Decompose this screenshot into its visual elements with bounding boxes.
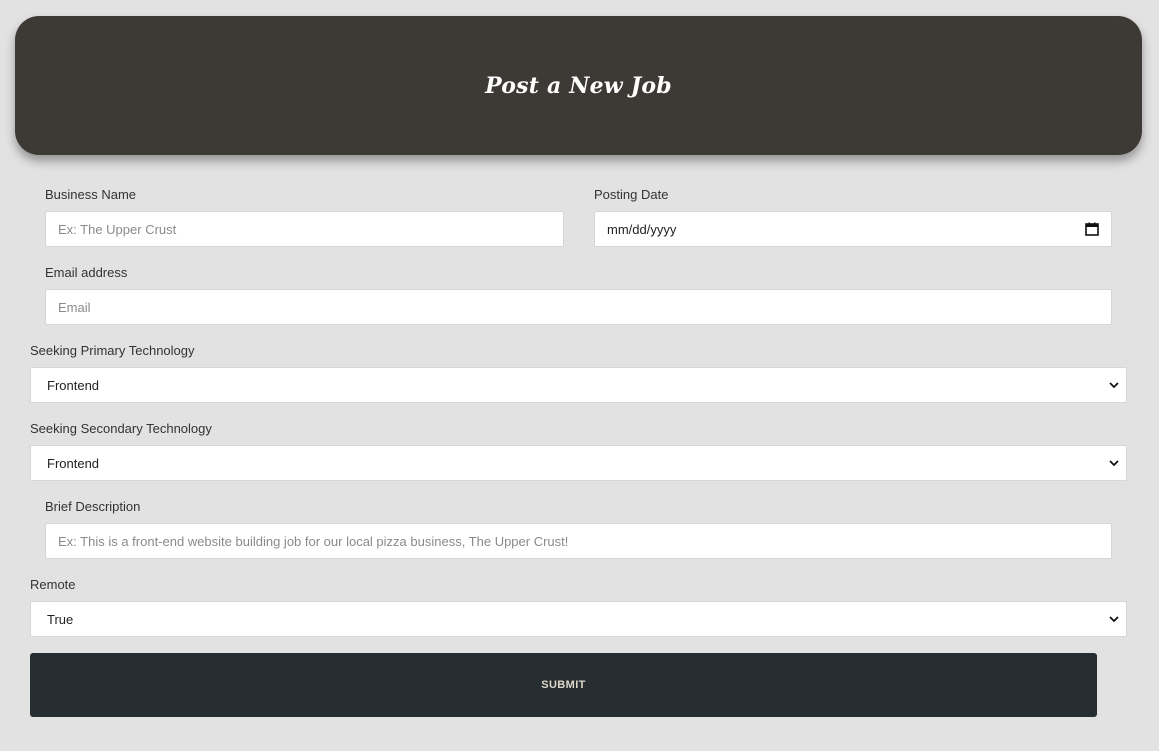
primary-tech-label: Seeking Primary Technology	[30, 343, 195, 358]
remote-select[interactable]: True	[30, 601, 1127, 637]
business-name-label: Business Name	[45, 187, 137, 202]
calendar-icon[interactable]	[1085, 222, 1099, 236]
email-label: Email address	[45, 265, 128, 280]
secondary-tech-select[interactable]: Frontend	[30, 445, 1127, 481]
business-name-input[interactable]	[45, 211, 564, 247]
posting-date-label: Posting Date	[594, 187, 669, 202]
chevron-down-icon	[1108, 457, 1120, 469]
submit-button[interactable]: SUBMIT	[30, 653, 1097, 717]
secondary-tech-selected: Frontend	[47, 455, 100, 471]
secondary-tech-label: Seeking Secondary Technology	[30, 421, 212, 436]
primary-tech-selected: Frontend	[47, 377, 100, 393]
posting-date-value: mm/dd/yyyy	[607, 221, 677, 237]
chevron-down-icon	[1108, 613, 1120, 625]
posting-date-input[interactable]: mm/dd/yyyy	[594, 211, 1112, 247]
primary-tech-select[interactable]: Frontend	[30, 367, 1127, 403]
chevron-down-icon	[1108, 379, 1120, 391]
remote-label: Remote	[30, 577, 76, 592]
page-header: Post a New Job	[15, 16, 1142, 155]
email-input[interactable]	[45, 289, 1112, 325]
remote-selected: True	[47, 611, 74, 627]
description-label: Brief Description	[45, 499, 141, 514]
description-input[interactable]	[45, 523, 1112, 559]
page-title: Post a New Job	[485, 72, 672, 99]
